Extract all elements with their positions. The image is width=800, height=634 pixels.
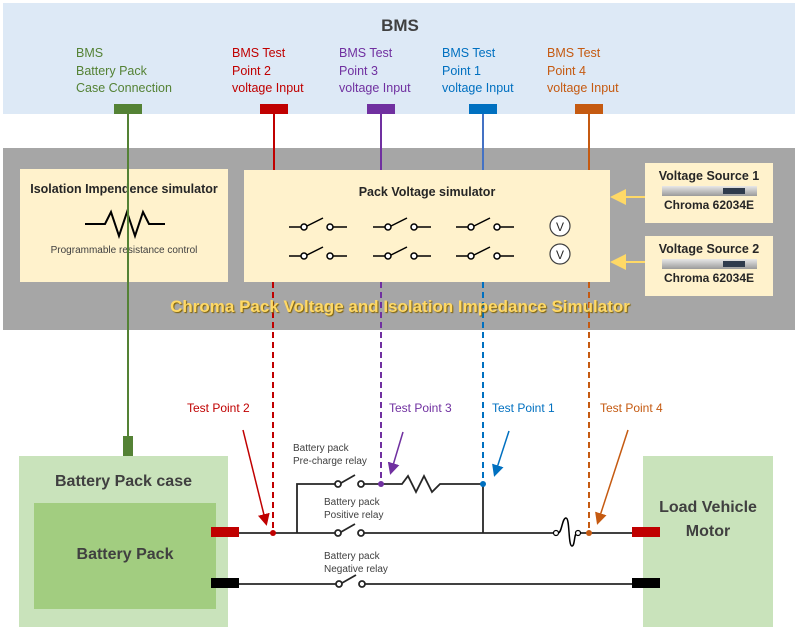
tp4-connector (575, 104, 603, 114)
tp3-arrow (387, 431, 404, 475)
label-line: Negative relay (324, 564, 388, 575)
tp1-connector (469, 104, 497, 114)
positive-relay-label: Battery pack Positive relay (324, 496, 383, 522)
wiring-diagram: V V (114, 104, 660, 588)
voltmeter-icon: V (549, 243, 571, 265)
test-point-4-label: Test Point 4 (600, 401, 663, 415)
svg-text:V: V (556, 220, 564, 234)
tp1-arrow (492, 430, 510, 477)
label-line: Positive relay (324, 510, 384, 521)
simulator-title: Chroma Pack Voltage and Isolation Impeda… (170, 297, 630, 316)
load-negative-terminal (632, 578, 660, 588)
tp2-connector (260, 104, 288, 114)
label-line: Battery pack (324, 497, 380, 508)
tp2-dot (270, 530, 276, 536)
negative-relay-label: Battery pack Negative relay (324, 550, 388, 576)
tp4-dot (586, 530, 592, 536)
pack-switches (289, 217, 514, 260)
svg-text:V: V (556, 248, 564, 262)
tp2-arrow (242, 429, 270, 526)
tp1-dot (480, 481, 486, 487)
case-connector (114, 104, 142, 114)
tp3-connector (367, 104, 395, 114)
test-point-3-label: Test Point 3 (389, 401, 452, 415)
label-line: Pre-charge relay (293, 456, 367, 467)
case-terminal (123, 436, 133, 456)
tp4-arrow (595, 429, 629, 525)
label-line: Battery pack (293, 443, 349, 454)
circuit-wires (239, 473, 632, 585)
battery-positive-terminal (211, 527, 239, 537)
tp3-dot (378, 481, 384, 487)
label-line: Battery pack (324, 551, 380, 562)
test-point-2-label: Test Point 2 (187, 401, 250, 415)
voltmeter-icon: V (549, 215, 571, 237)
test-point-1-label: Test Point 1 (492, 401, 555, 415)
fuse-icon (552, 517, 582, 547)
battery-negative-terminal (211, 578, 239, 588)
precharge-relay-label: Battery pack Pre-charge relay (293, 442, 367, 468)
load-positive-terminal (632, 527, 660, 537)
